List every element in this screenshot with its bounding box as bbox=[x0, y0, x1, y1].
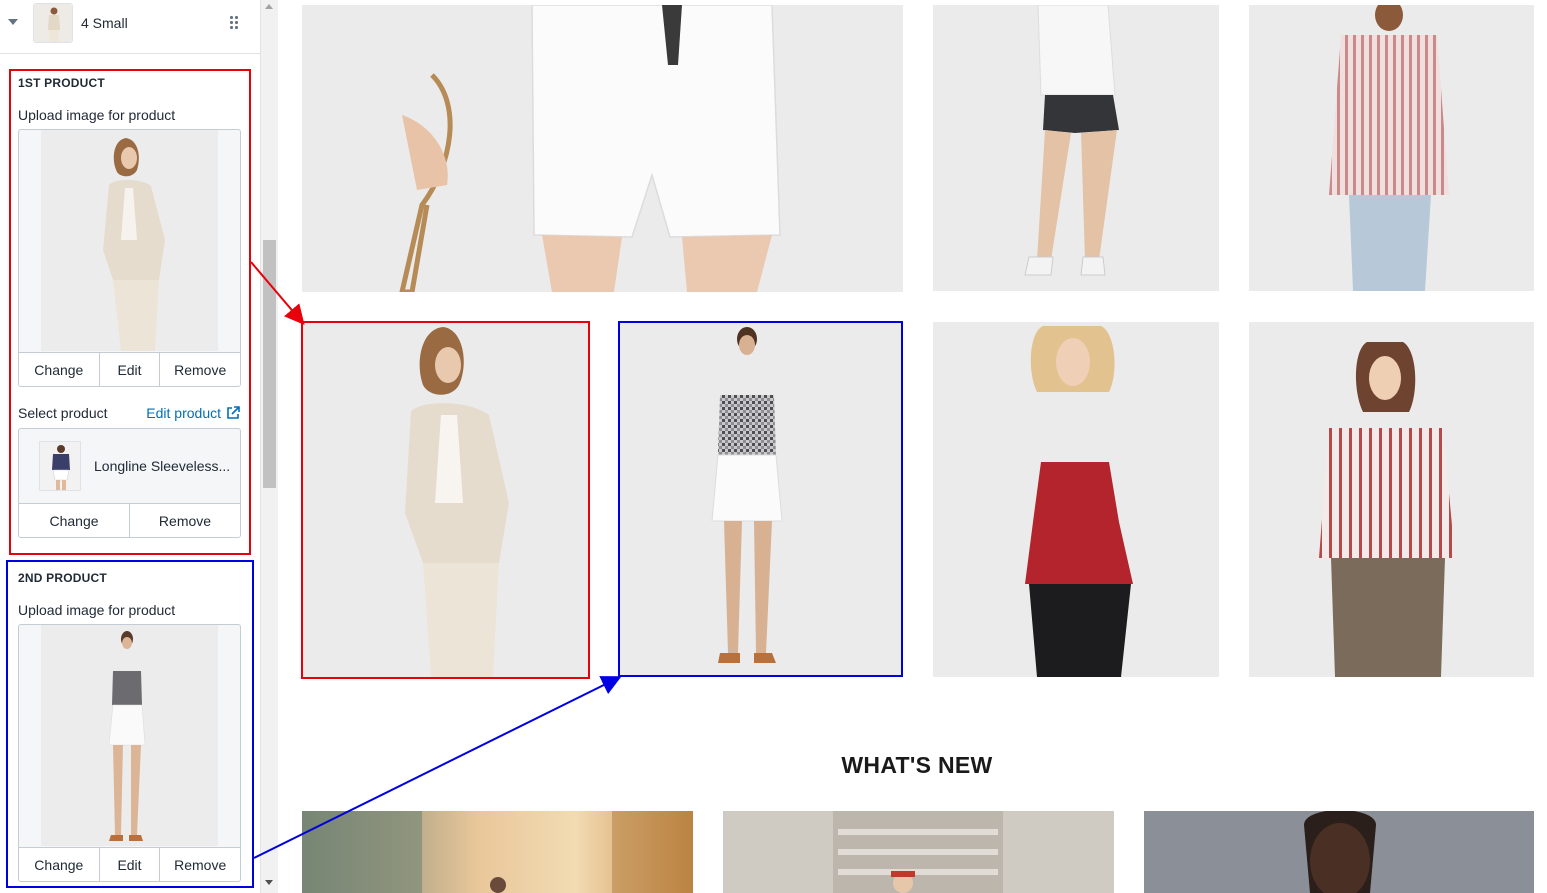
block-thumbnail bbox=[33, 3, 73, 43]
sidebar-scrollbar[interactable] bbox=[261, 0, 278, 893]
highlight-2nd-product bbox=[6, 560, 254, 888]
product-image-gingham-top[interactable] bbox=[618, 321, 903, 677]
scroll-down-arrow-icon[interactable] bbox=[265, 880, 273, 885]
product-image-linen-blazer[interactable] bbox=[301, 321, 590, 679]
chevron-down-icon[interactable] bbox=[8, 19, 18, 25]
product-image-plaid-pants[interactable] bbox=[1249, 322, 1534, 677]
highlight-1st-product bbox=[9, 69, 251, 555]
drag-handle-icon[interactable] bbox=[229, 16, 239, 30]
product-image-denim-shorts[interactable] bbox=[933, 5, 1219, 291]
scroll-up-arrow-icon[interactable] bbox=[265, 4, 273, 9]
whats-new-image-stairs[interactable] bbox=[723, 811, 1114, 893]
product-image-large-shorts[interactable] bbox=[302, 5, 903, 292]
scrollbar-thumb[interactable] bbox=[263, 240, 276, 488]
block-header[interactable]: 4 Small bbox=[0, 0, 260, 54]
theme-editor-sidebar: 4 Small 1ST PRODUCT Upload image for pro… bbox=[0, 0, 261, 893]
product-image-striped-shirt[interactable] bbox=[1249, 5, 1534, 291]
whats-new-image-city[interactable] bbox=[302, 811, 693, 893]
whats-new-heading: WHAT'S NEW bbox=[841, 752, 993, 778]
product-image-red-cami[interactable] bbox=[933, 322, 1219, 677]
store-preview: WHAT'S NEW bbox=[287, 0, 1547, 893]
block-title: 4 Small bbox=[81, 15, 128, 31]
whats-new-image-portrait[interactable] bbox=[1144, 811, 1534, 893]
